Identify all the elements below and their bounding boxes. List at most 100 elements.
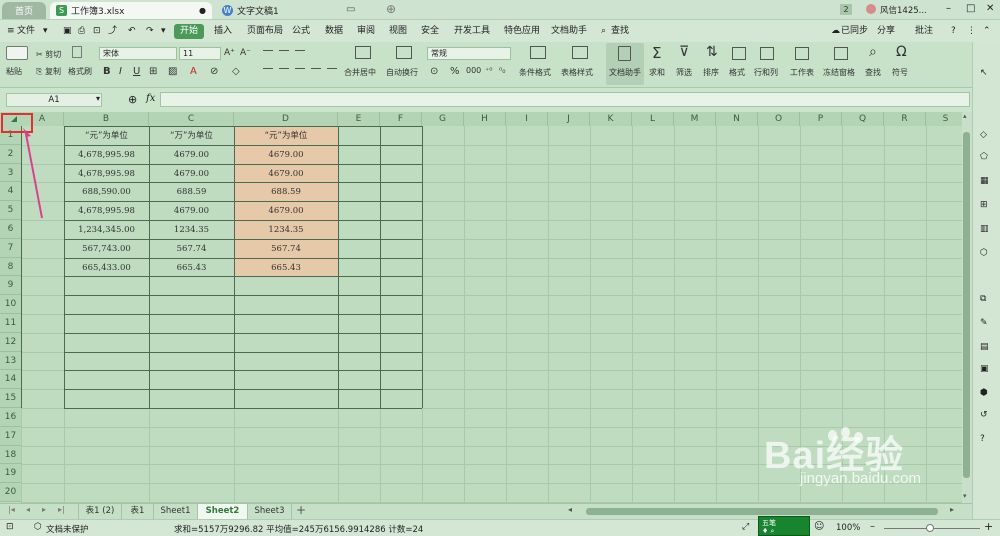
menu-page-layout[interactable]: 页面布局 [244, 24, 286, 39]
header-cell[interactable]: “元”为单位 [64, 127, 149, 145]
copy-icon[interactable]: ⧉ [980, 294, 993, 307]
table-style-button[interactable]: 表格样式 [561, 67, 593, 78]
menu-developer[interactable]: 开发工具 [451, 24, 493, 39]
doc-assistant-button[interactable]: 文档助手 [609, 67, 641, 78]
user-name[interactable]: 风信1425... [880, 4, 927, 16]
sheet-tab[interactable]: Sheet1 [154, 504, 198, 519]
align-left-icon[interactable] [263, 68, 273, 69]
symbol-button[interactable]: 符号 [892, 67, 908, 78]
column-header[interactable]: J [548, 112, 590, 126]
tab-home[interactable]: 首页 [2, 2, 46, 19]
column-header[interactable]: K [590, 112, 632, 126]
export-icon[interactable]: ⤴ [105, 24, 120, 39]
scroll-down-icon[interactable]: ▾ [963, 492, 967, 500]
last-sheet-icon[interactable]: ▸| [58, 505, 65, 514]
sort-icon[interactable]: ⇅ [706, 44, 718, 60]
copy-button[interactable]: ⎘ 复制 [36, 66, 61, 77]
tab-workbook[interactable]: S 工作簿3.xlsx ● [50, 2, 212, 19]
format-icon[interactable] [732, 47, 746, 60]
row-header[interactable]: 15 [0, 389, 21, 408]
symbol-icon[interactable]: Ω [896, 44, 907, 60]
more-icon[interactable]: ⋮ [964, 24, 979, 39]
share-button[interactable]: 分享 [874, 24, 898, 39]
row-header[interactable]: 16 [0, 408, 21, 427]
align-center-icon[interactable] [279, 68, 289, 69]
format-painter-icon[interactable] [72, 46, 82, 58]
sum-icon[interactable]: Σ [652, 44, 661, 62]
fill-color-icon[interactable]: ▨ [168, 66, 177, 77]
minimize-icon[interactable]: – [946, 3, 951, 14]
name-box[interactable]: A1 [6, 93, 102, 107]
data-cell[interactable]: 567.74 [234, 240, 338, 258]
next-sheet-icon[interactable]: ▸ [42, 505, 46, 514]
data-cell[interactable]: 1234.35 [234, 221, 338, 239]
chart-icon[interactable]: ▥ [980, 224, 993, 237]
close-window-icon[interactable]: ✕ [986, 3, 994, 14]
paste-icon[interactable] [6, 46, 28, 60]
filter-button[interactable]: 筛选 [676, 67, 692, 78]
close-icon[interactable]: ● [199, 6, 206, 15]
decrease-font-icon[interactable]: A⁻ [240, 48, 251, 58]
column-header[interactable]: R [884, 112, 926, 126]
horizontal-scroll-thumb[interactable] [586, 508, 938, 515]
vertical-scrollbar[interactable]: ▴ ▾ [962, 112, 972, 503]
clear-icon[interactable]: ◇ [232, 66, 240, 77]
increase-decimal-icon[interactable]: ⁺⁰ [485, 66, 492, 75]
data-cell[interactable]: 4,678,995.98 [64, 165, 149, 183]
align-bottom-icon[interactable] [295, 50, 305, 51]
tab-document[interactable]: W 文字文稿1 [216, 2, 336, 19]
row-header[interactable]: 12 [0, 332, 21, 352]
menu-data[interactable]: 数据 [322, 24, 346, 39]
column-header[interactable]: L [632, 112, 674, 126]
row-header[interactable]: 13 [0, 351, 21, 371]
font-size-select[interactable]: 11 [179, 47, 221, 60]
font-name-select[interactable]: 宋体 [99, 47, 177, 60]
table-icon[interactable]: ▦ [980, 176, 993, 189]
merge-center-button[interactable]: 合并居中 [344, 67, 376, 78]
help-icon[interactable]: ? [948, 24, 959, 39]
column-header[interactable]: O [758, 112, 800, 126]
freeze-icon[interactable] [834, 47, 848, 60]
avatar[interactable] [866, 4, 876, 14]
merge-icon[interactable] [355, 46, 371, 59]
row-header[interactable]: 14 [0, 370, 21, 390]
header-cell[interactable]: “元”为单位 [234, 127, 338, 145]
shapes-icon[interactable]: ◇ [980, 130, 993, 143]
data-cell[interactable]: 688.59 [234, 183, 338, 201]
add-sheet-icon[interactable]: + [296, 503, 306, 517]
protect-status[interactable]: 文档未保护 [46, 523, 89, 535]
data-cell[interactable]: 665.43 [234, 259, 338, 277]
chevron-down-icon[interactable]: ▾ [96, 94, 100, 103]
column-header[interactable]: I [506, 112, 548, 126]
column-header[interactable]: F [380, 112, 422, 126]
align-middle-icon[interactable] [279, 50, 289, 51]
sheet-tab[interactable]: Sheet3 [248, 504, 292, 519]
data-cell[interactable]: 1234.35 [149, 221, 234, 239]
menu-features[interactable]: 特色应用 [501, 24, 543, 39]
window-count-badge[interactable]: 2 [840, 4, 852, 15]
justify-icon[interactable] [311, 68, 321, 69]
shield-icon[interactable]: ⬢ [980, 388, 993, 401]
header-cell[interactable]: “万”为单位 [149, 127, 234, 145]
sheet-tab[interactable]: 表1 [122, 504, 154, 519]
menu-review[interactable]: 审阅 [354, 24, 378, 39]
archive-icon[interactable]: ▤ [980, 342, 993, 355]
decrease-decimal-icon[interactable]: ⁰₀ [499, 66, 505, 75]
column-header[interactable]: Q [842, 112, 884, 126]
zoom-out-icon[interactable]: – [870, 521, 875, 532]
print-preview-icon[interactable]: ⊡ [90, 24, 104, 39]
data-cell[interactable]: 567,743.00 [64, 240, 149, 258]
style-icon[interactable]: ⬠ [980, 152, 993, 165]
scroll-right-icon[interactable]: ▸ [950, 505, 954, 514]
macro-icon[interactable]: ⊡ [6, 522, 14, 532]
data-cell[interactable]: 688,590.00 [64, 183, 149, 201]
conditional-format-button[interactable]: 条件格式 [519, 67, 551, 78]
data-cell[interactable]: 4679.00 [234, 146, 338, 164]
sum-button[interactable]: 求和 [649, 67, 665, 78]
sync-status[interactable]: 已同步 [838, 24, 871, 39]
worksheet-icon[interactable] [795, 47, 809, 60]
underline-icon[interactable]: U [133, 66, 140, 77]
data-cell[interactable]: 665,433.00 [64, 259, 149, 277]
menu-view[interactable]: 视图 [386, 24, 410, 39]
data-cell[interactable]: 4679.00 [149, 202, 234, 220]
